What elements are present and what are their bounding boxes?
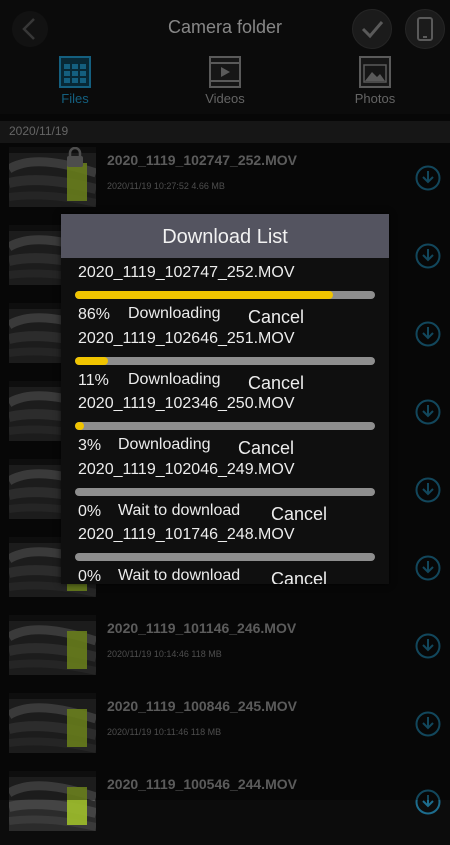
- progress-bar: [75, 356, 375, 365]
- cancel-download-button[interactable]: Cancel: [248, 373, 304, 394]
- download-item: 2020_1119_102646_251.MOV 11% Downloading Ca…: [61, 327, 389, 393]
- cancel-download-button[interactable]: Cancel: [271, 569, 327, 584]
- download-status: Wait to download: [118, 567, 241, 584]
- progress-bar-fill: [75, 291, 333, 299]
- download-status: Wait to download: [118, 501, 241, 519]
- download-status: Downloading: [118, 436, 211, 453]
- progress-bar: [75, 487, 375, 496]
- download-item: 2020_1119_102346_250.MOV 3% Downloading Can…: [61, 392, 389, 458]
- download-items: 2020_1119_102747_252.MOV 86% Downloading Ca…: [61, 258, 389, 584]
- progress-bar-fill: [75, 356, 108, 365]
- download-file-name: 2020_1119_102646_251.MOV: [78, 329, 295, 347]
- download-percent: 11%: [78, 371, 109, 389]
- progress-bar-fill: [75, 422, 84, 430]
- download-percent: 86%: [78, 306, 111, 323]
- download-status: Downloading: [128, 305, 221, 322]
- download-list-dialog: Download List 2020_1119_102747_252.MOV 86…: [61, 214, 389, 584]
- download-status: Downloading: [128, 370, 221, 388]
- progress-bar: [75, 553, 375, 561]
- dialog-title: Download List: [61, 214, 389, 258]
- cancel-download-button[interactable]: Cancel: [238, 438, 294, 459]
- download-file-name: 2020_1119_102346_250.MOV: [78, 395, 295, 412]
- cancel-download-button[interactable]: Cancel: [248, 307, 304, 328]
- progress-bar: [75, 422, 375, 430]
- download-item: 2020_1119_101746_248.MOV 0% Wait to downlo…: [61, 523, 389, 584]
- download-file-name: 2020_1119_102747_252.MOV: [78, 264, 295, 281]
- download-file-name: 2020_1119_101746_248.MOV: [78, 526, 295, 543]
- download-percent: 0%: [78, 568, 102, 584]
- cancel-download-button[interactable]: Cancel: [271, 504, 327, 525]
- download-percent: 3%: [78, 437, 102, 454]
- download-percent: 0%: [78, 502, 102, 520]
- download-file-name: 2020_1119_102046_249.MOV: [78, 460, 295, 478]
- progress-bar: [75, 291, 375, 299]
- download-item: 2020_1119_102046_249.MOV 0% Wait to downlo…: [61, 458, 389, 524]
- download-item: 2020_1119_102747_252.MOV 86% Downloading Ca…: [61, 261, 389, 327]
